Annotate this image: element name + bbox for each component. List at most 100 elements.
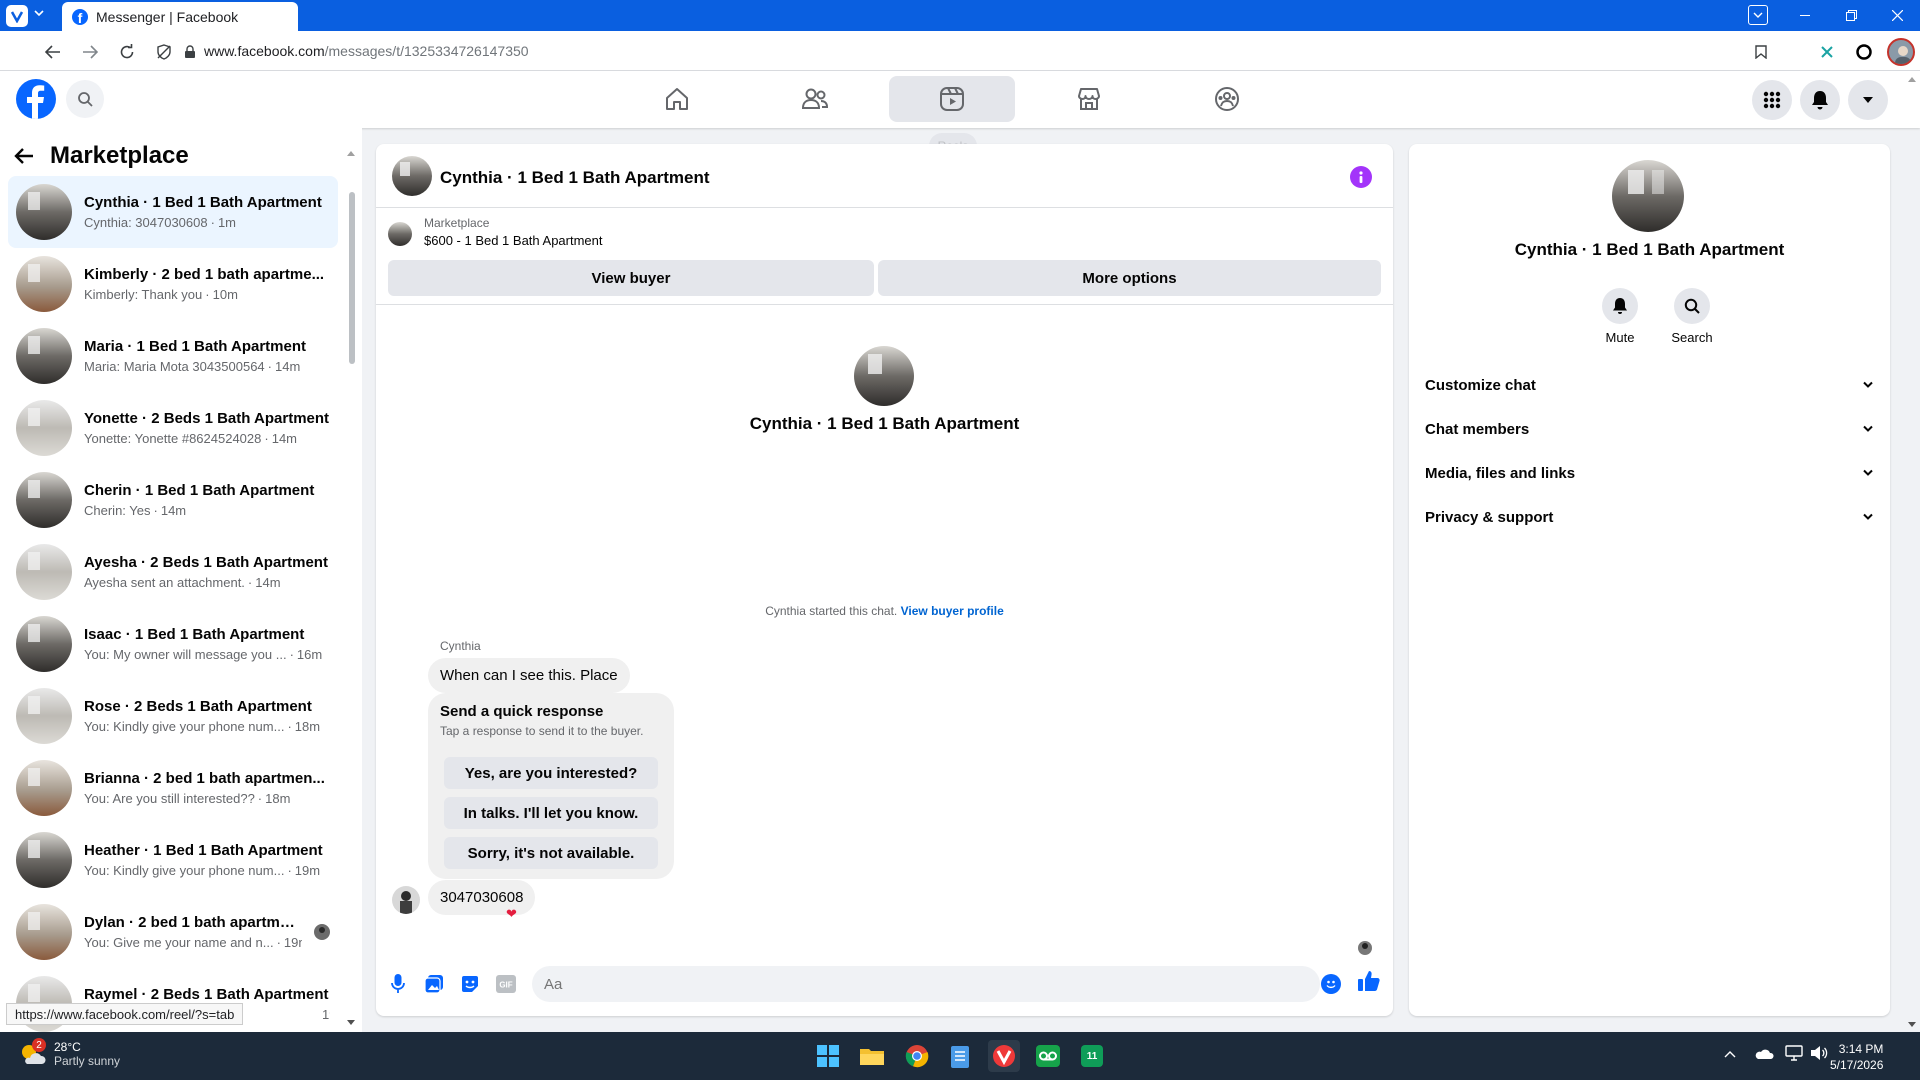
start-menu-icon[interactable] bbox=[812, 1040, 844, 1072]
conversation-list: Cynthia · 1 Bed 1 Bath Apartment Cynthia:… bbox=[8, 176, 338, 1032]
groups-tab-icon[interactable] bbox=[1164, 76, 1290, 122]
tab-menu-chevron-icon[interactable] bbox=[34, 9, 44, 17]
quick-reply-button[interactable]: Yes, are you interested? bbox=[444, 757, 658, 789]
mute-bell-icon[interactable] bbox=[1602, 288, 1638, 324]
info-icon[interactable] bbox=[1350, 166, 1372, 188]
account-dropdown-icon[interactable] bbox=[1848, 80, 1888, 120]
conversation-item[interactable]: Heather · 1 Bed 1 Bath Apartment You: Kin… bbox=[8, 824, 338, 896]
thumbs-up-like-icon[interactable] bbox=[1358, 970, 1380, 992]
conversation-item[interactable]: Cynthia · 1 Bed 1 Bath Apartment Cynthia:… bbox=[8, 176, 338, 248]
new-tab-button[interactable] bbox=[258, 5, 280, 27]
close-window-button[interactable] bbox=[1874, 0, 1920, 31]
sender-name: Cynthia bbox=[440, 639, 481, 653]
network-display-icon[interactable] bbox=[1785, 1045, 1803, 1061]
quick-reply-button[interactable]: In talks. I'll let you know. bbox=[444, 797, 658, 829]
reload-icon[interactable] bbox=[115, 40, 139, 64]
message-input[interactable] bbox=[532, 966, 1320, 1002]
conversation-text: Yonette · 2 Beds 1 Bath Apartment Yonette… bbox=[84, 410, 330, 446]
facebook-logo-icon[interactable] bbox=[16, 79, 56, 119]
customize-chat-section[interactable]: Customize chat bbox=[1417, 363, 1882, 407]
page-scrollbar[interactable] bbox=[1904, 72, 1920, 1032]
bookmark-icon[interactable] bbox=[1749, 40, 1773, 64]
section-label: Chat members bbox=[1425, 420, 1530, 438]
search-action[interactable]: Search bbox=[1662, 288, 1722, 345]
onedrive-cloud-icon[interactable] bbox=[1754, 1046, 1774, 1060]
conversation-preview-line: Ayesha sent an attachment. · 14m bbox=[84, 575, 330, 590]
notifications-bell-icon[interactable] bbox=[1800, 80, 1840, 120]
conversation-item[interactable]: Kimberly · 2 bed 1 bath apartme... Kimber… bbox=[8, 248, 338, 320]
search-in-chat-icon[interactable] bbox=[1674, 288, 1710, 324]
sender-avatar[interactable] bbox=[392, 886, 420, 914]
sticker-icon[interactable] bbox=[458, 972, 482, 996]
privacy-support-section[interactable]: Privacy & support bbox=[1417, 495, 1882, 539]
forward-icon[interactable] bbox=[78, 40, 102, 64]
conversation-item[interactable]: Maria · 1 Bed 1 Bath Apartment Maria: Mar… bbox=[8, 320, 338, 392]
conversation-avatar bbox=[16, 904, 72, 960]
microphone-icon[interactable] bbox=[386, 972, 410, 996]
chrome-icon[interactable] bbox=[901, 1040, 933, 1072]
conversation-item[interactable]: Rose · 2 Beds 1 Bath Apartment You: Kindl… bbox=[8, 680, 338, 752]
vivaldi-taskbar-icon[interactable] bbox=[988, 1040, 1020, 1072]
view-buyer-profile-link[interactable]: View buyer profile bbox=[901, 604, 1004, 618]
back-arrow-icon[interactable] bbox=[14, 147, 34, 165]
record-extension-icon[interactable] bbox=[1852, 40, 1876, 64]
lock-icon[interactable] bbox=[178, 40, 202, 64]
calendar-app-icon[interactable]: 11 bbox=[1076, 1040, 1108, 1072]
mute-action[interactable]: Mute bbox=[1590, 288, 1650, 345]
weather-widget[interactable]: 2 28°C Partly sunny bbox=[18, 1038, 120, 1068]
emoji-icon[interactable] bbox=[1321, 974, 1341, 994]
message-bubble[interactable]: 3047030608 bbox=[428, 880, 536, 915]
volume-icon[interactable] bbox=[1810, 1045, 1828, 1061]
search-label: Search bbox=[1671, 330, 1713, 345]
preview-separator: · bbox=[287, 719, 292, 734]
address-bar-row: www.facebook.com/messages/t/132533472614… bbox=[0, 31, 1920, 71]
message-composer: GIF bbox=[376, 956, 1393, 1012]
message-bubble[interactable]: When can I see this. Place bbox=[428, 658, 630, 693]
conversation-item[interactable]: Isaac · 1 Bed 1 Bath Apartment You: My ow… bbox=[8, 608, 338, 680]
reels-tab-icon[interactable] bbox=[889, 76, 1015, 122]
gif-icon[interactable]: GIF bbox=[494, 972, 518, 996]
started-text: Cynthia started this chat. bbox=[765, 604, 898, 618]
file-explorer-icon[interactable] bbox=[856, 1040, 888, 1072]
conversation-item[interactable]: Ayesha · 2 Beds 1 Bath Apartment Ayesha s… bbox=[8, 536, 338, 608]
show-hidden-icons-chevron-icon[interactable] bbox=[1724, 1050, 1736, 1058]
listing-thumbnail[interactable] bbox=[388, 222, 412, 246]
system-clock[interactable]: 3:14 PM 5/17/2026 bbox=[1830, 1041, 1883, 1073]
photo-icon[interactable] bbox=[422, 972, 446, 996]
notepad-icon[interactable] bbox=[944, 1040, 976, 1072]
minimize-button[interactable] bbox=[1782, 0, 1828, 31]
restore-button[interactable] bbox=[1828, 0, 1874, 31]
profile-avatar[interactable] bbox=[1887, 38, 1915, 66]
more-options-button[interactable]: More options bbox=[878, 260, 1381, 296]
chat-members-section[interactable]: Chat members bbox=[1417, 407, 1882, 451]
listing-title[interactable]: $600 - 1 Bed 1 Bath Apartment bbox=[424, 233, 603, 248]
voicemail-app-icon[interactable] bbox=[1032, 1040, 1064, 1072]
preview-separator: · bbox=[267, 359, 273, 374]
view-buyer-button[interactable]: View buyer bbox=[388, 260, 874, 296]
conversation-item[interactable]: Yonette · 2 Beds 1 Bath Apartment Yonette… bbox=[8, 392, 338, 464]
conversation-time: 14m bbox=[271, 431, 298, 446]
search-icon[interactable] bbox=[66, 80, 104, 118]
url-field[interactable]: www.facebook.com/messages/t/132533472614… bbox=[204, 43, 529, 59]
conversation-item[interactable]: Dylan · 2 bed 1 bath apartmen... You: Giv… bbox=[8, 896, 338, 968]
quick-reply-button[interactable]: Sorry, it's not available. bbox=[444, 837, 658, 869]
tab-list-icon[interactable] bbox=[1748, 5, 1768, 25]
tracker-blocker-icon[interactable] bbox=[152, 40, 176, 64]
marketplace-tab-icon[interactable] bbox=[1026, 76, 1152, 122]
conversation-item[interactable]: Cherin · 1 Bed 1 Bath Apartment Cherin: Y… bbox=[8, 464, 338, 536]
media-files-links-section[interactable]: Media, files and links bbox=[1417, 451, 1882, 495]
extension-icon[interactable] bbox=[1815, 40, 1839, 64]
conversation-name: Brianna · 2 bed 1 bath apartmen... bbox=[84, 770, 325, 787]
list-scrollbar-thumb[interactable] bbox=[349, 192, 355, 364]
friends-tab-icon[interactable] bbox=[752, 76, 878, 122]
conversation-item[interactable]: Brianna · 2 bed 1 bath apartmen... You: A… bbox=[8, 752, 338, 824]
vivaldi-logo-icon[interactable] bbox=[6, 5, 28, 27]
menu-grid-icon[interactable] bbox=[1752, 80, 1792, 120]
chat-title[interactable]: Cynthia · 1 Bed 1 Bath Apartment bbox=[440, 168, 710, 188]
profile-avatar-large[interactable] bbox=[1612, 160, 1684, 232]
partly-sunny-icon: 2 bbox=[18, 1038, 46, 1068]
heart-reaction-icon[interactable]: ❤ bbox=[506, 906, 517, 922]
home-tab-icon[interactable] bbox=[614, 76, 740, 122]
back-icon[interactable] bbox=[41, 40, 65, 64]
chat-avatar[interactable] bbox=[392, 156, 432, 196]
